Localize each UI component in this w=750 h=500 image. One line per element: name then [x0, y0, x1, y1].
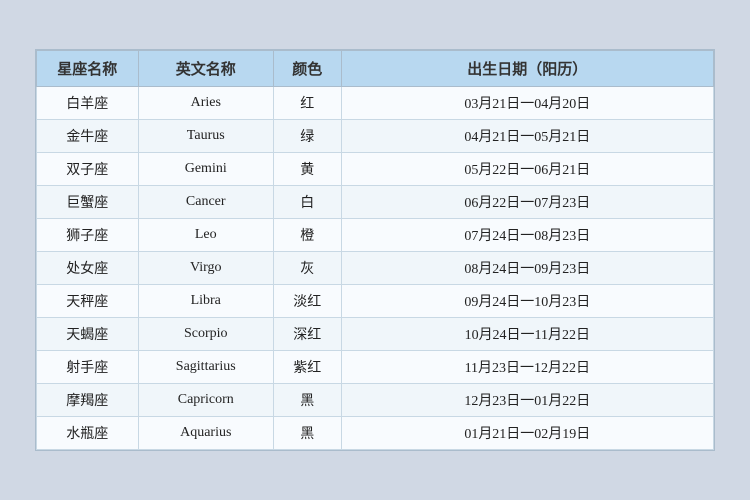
cell-english: Taurus	[138, 120, 273, 153]
cell-chinese: 天秤座	[37, 285, 139, 318]
cell-english: Leo	[138, 219, 273, 252]
cell-date: 12月23日一01月22日	[341, 384, 713, 417]
cell-english: Aries	[138, 87, 273, 120]
cell-color: 黑	[273, 417, 341, 450]
table-row: 双子座Gemini黄05月22日一06月21日	[37, 153, 714, 186]
cell-date: 08月24日一09月23日	[341, 252, 713, 285]
table-row: 金牛座Taurus绿04月21日一05月21日	[37, 120, 714, 153]
table-row: 射手座Sagittarius紫红11月23日一12月22日	[37, 351, 714, 384]
cell-chinese: 天蝎座	[37, 318, 139, 351]
table-row: 水瓶座Aquarius黑01月21日一02月19日	[37, 417, 714, 450]
header-date: 出生日期（阳历）	[341, 51, 713, 87]
table-row: 处女座Virgo灰08月24日一09月23日	[37, 252, 714, 285]
cell-english: Cancer	[138, 186, 273, 219]
cell-english: Libra	[138, 285, 273, 318]
table-row: 天秤座Libra淡红09月24日一10月23日	[37, 285, 714, 318]
cell-english: Sagittarius	[138, 351, 273, 384]
cell-chinese: 金牛座	[37, 120, 139, 153]
table-row: 巨蟹座Cancer白06月22日一07月23日	[37, 186, 714, 219]
cell-date: 01月21日一02月19日	[341, 417, 713, 450]
table-row: 天蝎座Scorpio深红10月24日一11月22日	[37, 318, 714, 351]
cell-chinese: 处女座	[37, 252, 139, 285]
cell-english: Aquarius	[138, 417, 273, 450]
cell-color: 深红	[273, 318, 341, 351]
cell-chinese: 白羊座	[37, 87, 139, 120]
cell-chinese: 水瓶座	[37, 417, 139, 450]
zodiac-table-container: 星座名称 英文名称 颜色 出生日期（阳历） 白羊座Aries红03月21日一04…	[35, 49, 715, 451]
cell-color: 绿	[273, 120, 341, 153]
cell-english: Capricorn	[138, 384, 273, 417]
cell-date: 10月24日一11月22日	[341, 318, 713, 351]
cell-color: 黄	[273, 153, 341, 186]
zodiac-table: 星座名称 英文名称 颜色 出生日期（阳历） 白羊座Aries红03月21日一04…	[36, 50, 714, 450]
cell-color: 淡红	[273, 285, 341, 318]
cell-chinese: 摩羯座	[37, 384, 139, 417]
cell-color: 橙	[273, 219, 341, 252]
cell-chinese: 双子座	[37, 153, 139, 186]
cell-date: 09月24日一10月23日	[341, 285, 713, 318]
cell-color: 紫红	[273, 351, 341, 384]
cell-color: 白	[273, 186, 341, 219]
cell-chinese: 射手座	[37, 351, 139, 384]
cell-date: 03月21日一04月20日	[341, 87, 713, 120]
cell-date: 07月24日一08月23日	[341, 219, 713, 252]
table-row: 白羊座Aries红03月21日一04月20日	[37, 87, 714, 120]
header-chinese: 星座名称	[37, 51, 139, 87]
cell-english: Gemini	[138, 153, 273, 186]
cell-date: 11月23日一12月22日	[341, 351, 713, 384]
cell-color: 黑	[273, 384, 341, 417]
cell-date: 05月22日一06月21日	[341, 153, 713, 186]
table-header-row: 星座名称 英文名称 颜色 出生日期（阳历）	[37, 51, 714, 87]
cell-date: 06月22日一07月23日	[341, 186, 713, 219]
cell-date: 04月21日一05月21日	[341, 120, 713, 153]
cell-color: 红	[273, 87, 341, 120]
cell-chinese: 巨蟹座	[37, 186, 139, 219]
cell-color: 灰	[273, 252, 341, 285]
table-row: 狮子座Leo橙07月24日一08月23日	[37, 219, 714, 252]
cell-chinese: 狮子座	[37, 219, 139, 252]
cell-english: Virgo	[138, 252, 273, 285]
table-row: 摩羯座Capricorn黑12月23日一01月22日	[37, 384, 714, 417]
cell-english: Scorpio	[138, 318, 273, 351]
header-english: 英文名称	[138, 51, 273, 87]
header-color: 颜色	[273, 51, 341, 87]
